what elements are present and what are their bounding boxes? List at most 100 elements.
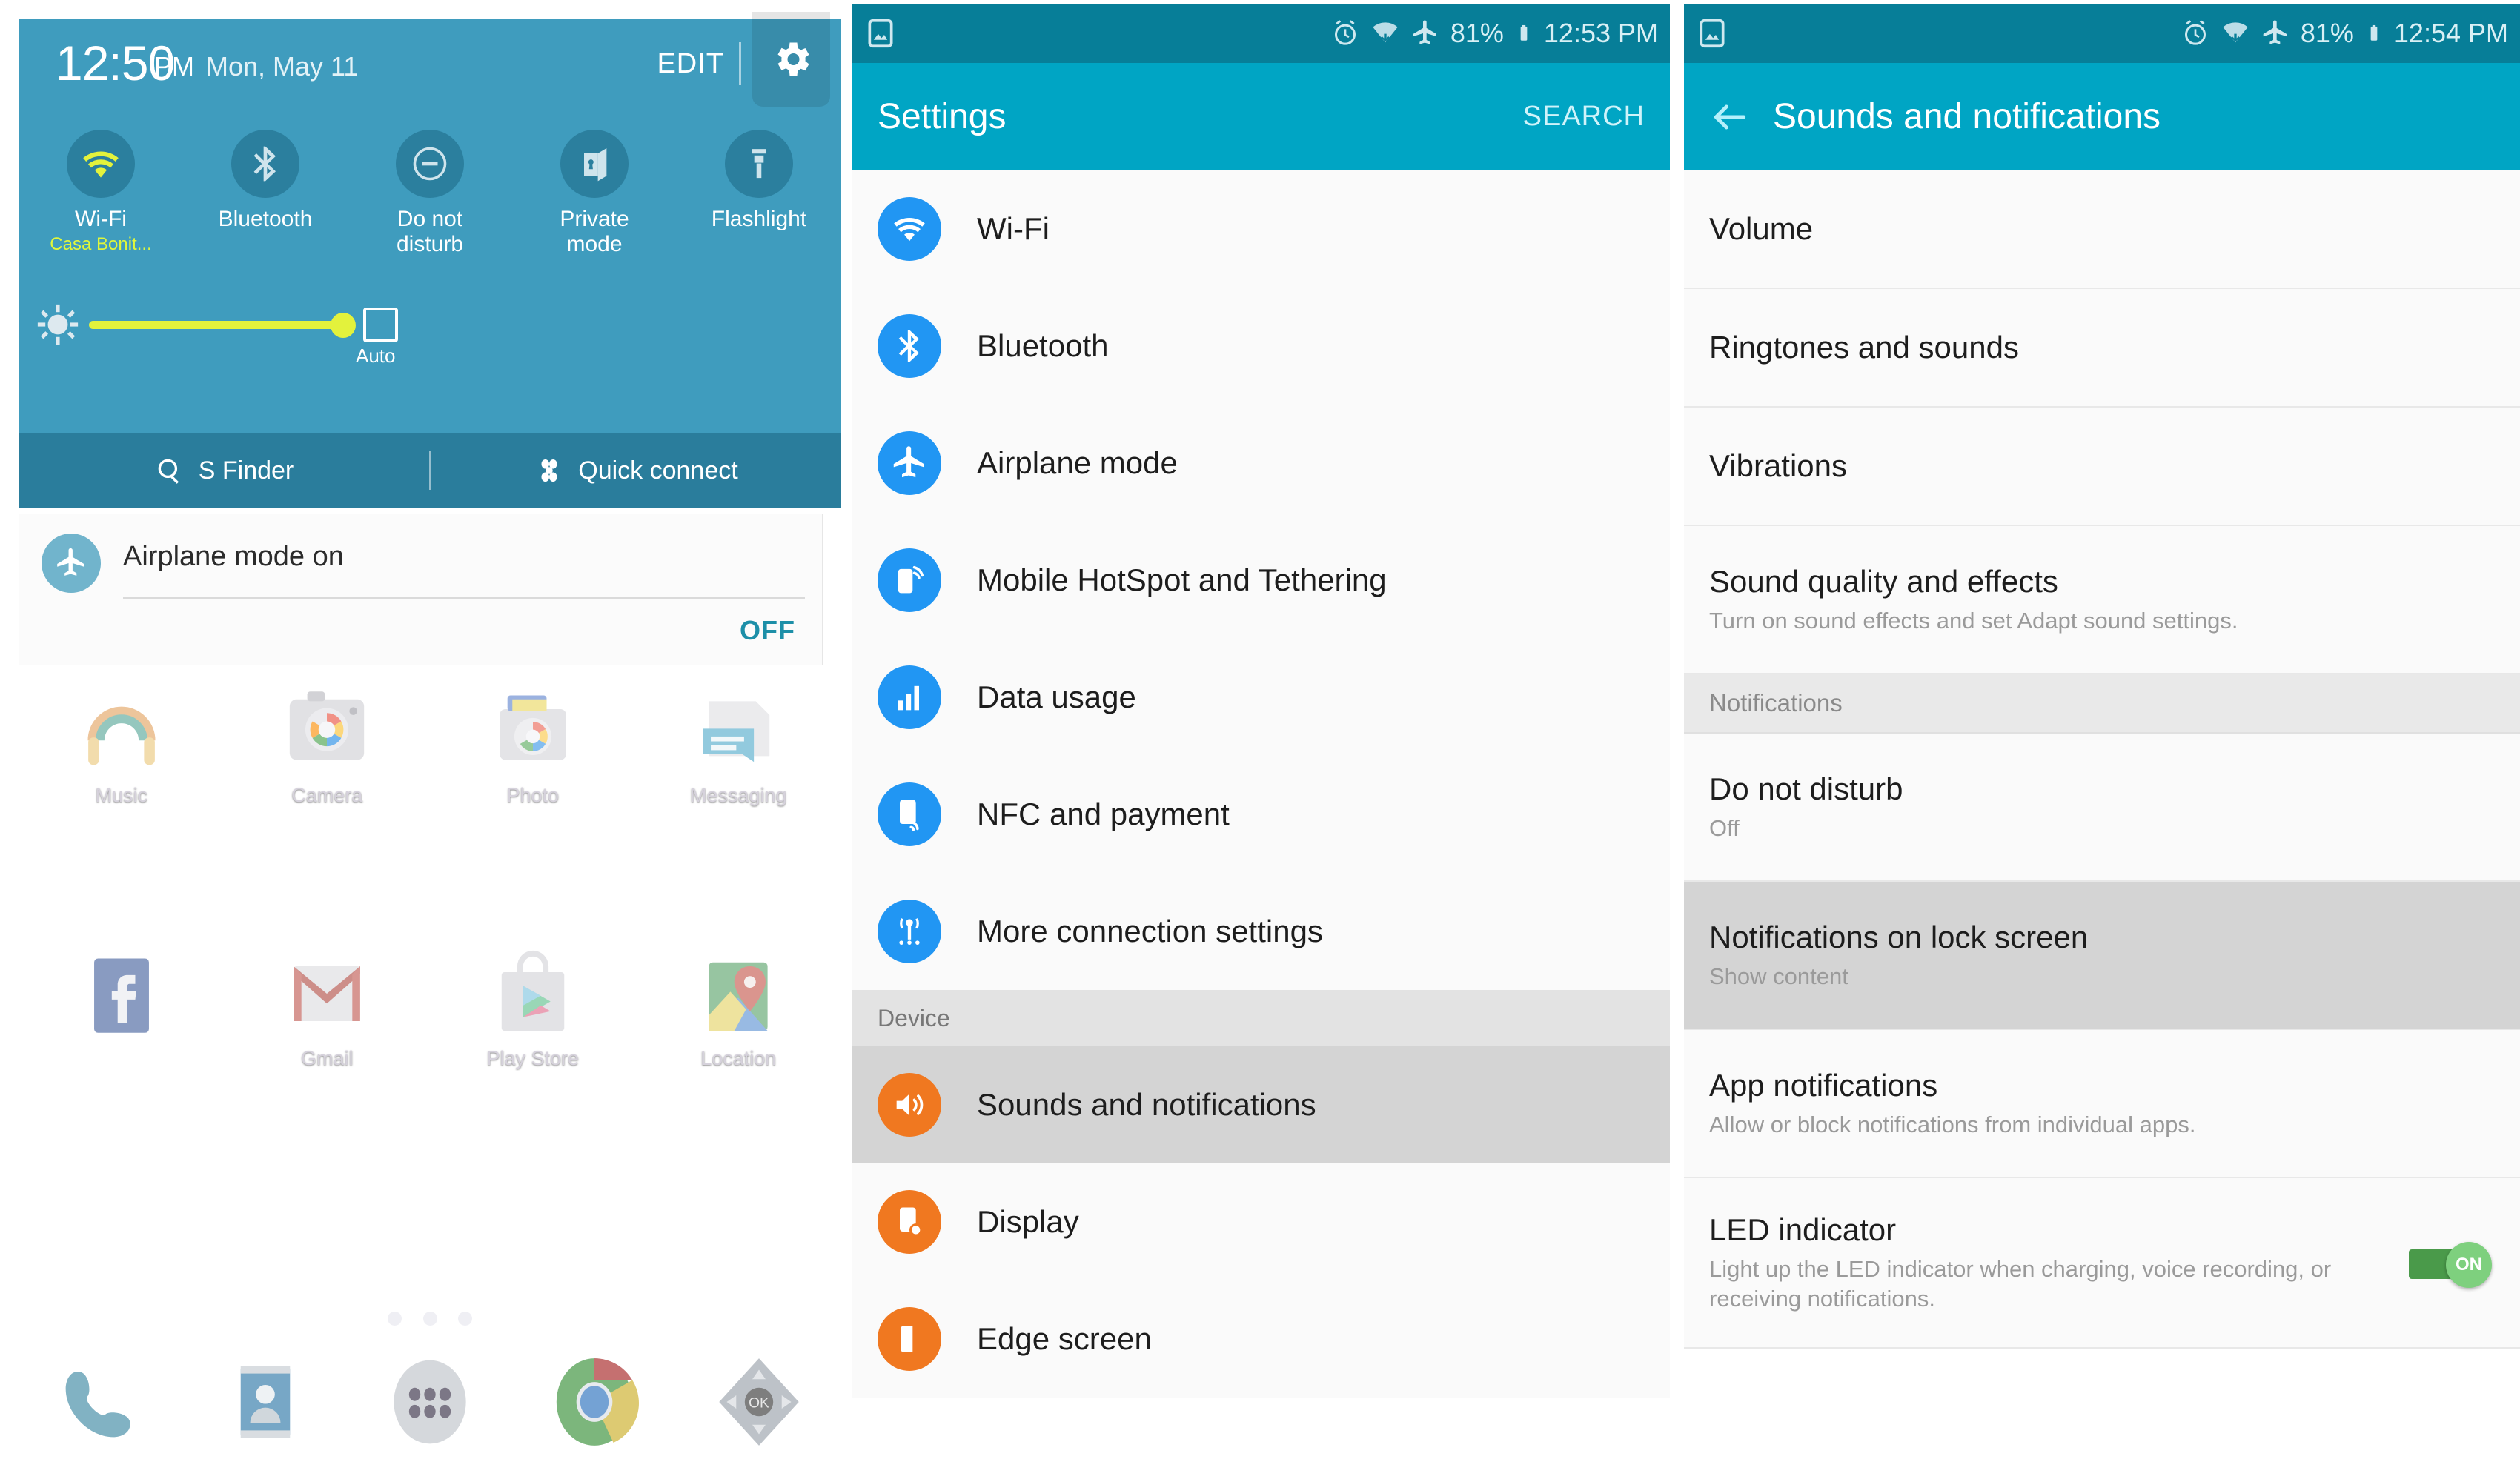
pref-app-notifications[interactable]: App notifications Allow or block notific…	[1684, 1030, 2520, 1178]
auto-brightness-checkbox[interactable]	[363, 308, 398, 342]
facebook-icon	[73, 945, 170, 1043]
pref-do-not-disturb[interactable]: Do not disturb Off	[1684, 734, 2520, 882]
app-label: Location	[700, 1047, 777, 1069]
battery-percent: 81%	[2300, 18, 2354, 48]
wifi-icon	[83, 151, 119, 178]
settings-item-hotspot[interactable]: Mobile HotSpot and Tethering	[852, 522, 1670, 639]
dock-contacts[interactable]	[183, 1343, 348, 1461]
settings-item-sounds-and-notifications[interactable]: Sounds and notifications	[852, 1046, 1670, 1163]
wifi-icon	[878, 197, 941, 261]
page-dot[interactable]	[457, 1312, 472, 1326]
quick-toggle-do-not-disturb[interactable]: Do not disturb	[348, 130, 512, 278]
settings-item-edge-screen[interactable]: Edge screen	[852, 1280, 1670, 1398]
back-arrow-icon[interactable]	[1709, 96, 1751, 138]
settings-item-label: Mobile HotSpot and Tethering	[977, 562, 1387, 597]
settings-item-wifi[interactable]: Wi-Fi	[852, 170, 1670, 288]
sounds-app-bar: Sounds and notifications	[1684, 63, 2520, 170]
settings-item-label: Display	[977, 1204, 1079, 1239]
screenshot-stage: 12:50 PM Mon, May 11 EDIT Wi-Fi Casa Bon…	[0, 0, 2520, 1482]
quick-toggle-flashlight[interactable]: Flashlight	[677, 130, 841, 278]
s-finder-button[interactable]: S Finder	[19, 455, 429, 486]
clock-date: Mon, May 11	[206, 51, 359, 82]
brightness-icon	[37, 304, 79, 345]
dock-chrome[interactable]	[512, 1343, 677, 1461]
sounds-settings-list: Volume Ringtones and sounds Vibrations S…	[1684, 170, 2520, 1349]
settings-item-data-usage[interactable]: Data usage	[852, 639, 1670, 756]
notification-title: Airplane mode on	[123, 541, 344, 572]
notification-card[interactable]: Airplane mode on OFF	[19, 514, 823, 665]
pref-led-indicator[interactable]: LED indicator Light up the LED indicator…	[1684, 1178, 2520, 1349]
dock-apps[interactable]	[348, 1343, 512, 1461]
page-dot[interactable]	[422, 1312, 437, 1326]
settings-item-label: NFC and payment	[977, 797, 1230, 831]
brightness-slider[interactable]	[89, 321, 352, 329]
svg-text:OK: OK	[749, 1396, 769, 1412]
search-button[interactable]: SEARCH	[1523, 101, 1645, 133]
page-title: Sounds and notifications	[1773, 97, 2161, 136]
airplane-icon	[57, 548, 84, 576]
notification-separator	[123, 597, 805, 599]
app-facebook[interactable]	[19, 945, 225, 1108]
brightness-slider-knob[interactable]	[331, 313, 356, 338]
display-icon	[878, 1190, 941, 1254]
image-icon	[868, 19, 893, 48]
dock-phone[interactable]	[19, 1343, 183, 1461]
settings-item-nfc[interactable]: NFC and payment	[852, 756, 1670, 873]
sounds-and-notifications-panel: 81% 12:54 PM Sounds and notifications Vo…	[1684, 0, 2520, 1482]
pref-sound-quality-and-effects[interactable]: Sound quality and effects Turn on sound …	[1684, 526, 2520, 674]
wifi-icon	[1373, 22, 1398, 43]
camera-icon	[278, 682, 376, 780]
pref-subtitle: Allow or block notifications from indivi…	[1709, 1112, 2196, 1137]
led-indicator-toggle[interactable]: ON	[2409, 1242, 2492, 1288]
settings-item-label: Edge screen	[977, 1321, 1152, 1356]
home-dock: OK	[19, 1343, 841, 1461]
photos-icon	[484, 682, 582, 780]
app-location[interactable]: Location	[636, 945, 842, 1108]
quick-toggle-label-line2: mode	[566, 232, 623, 256]
quick-toggle-label: Bluetooth	[218, 207, 313, 231]
notification-action-off[interactable]: OFF	[740, 615, 795, 646]
quick-connect-button[interactable]: Quick connect	[431, 455, 841, 486]
settings-gear-button[interactable]	[752, 12, 830, 107]
status-bar: 81% 12:53 PM	[852, 4, 1670, 63]
shade-clock-row: 12:50 PM Mon, May 11 EDIT	[19, 12, 841, 130]
settings-item-airplane-mode[interactable]: Airplane mode	[852, 405, 1670, 522]
app-label: Play Store	[486, 1047, 580, 1069]
app-music[interactable]: Music	[19, 682, 225, 845]
header-divider	[739, 42, 741, 85]
page-dot[interactable]	[388, 1312, 402, 1326]
app-messaging[interactable]: Messaging	[636, 682, 842, 845]
image-icon	[1700, 19, 1725, 48]
play-store-icon	[484, 945, 582, 1043]
quick-actions-bar: S Finder Quick connect	[19, 433, 841, 508]
quick-toggle-bluetooth[interactable]: Bluetooth	[183, 130, 348, 278]
more-connections-icon	[878, 900, 941, 963]
quick-toggle-wifi[interactable]: Wi-Fi Casa Bonit...	[19, 130, 183, 278]
settings-item-bluetooth[interactable]: Bluetooth	[852, 288, 1670, 405]
data-usage-icon	[878, 665, 941, 729]
flashlight-toggle-circle	[725, 130, 793, 198]
airplane-icon	[1413, 20, 1436, 44]
alarm-icon	[2184, 20, 2206, 45]
pref-vibrations[interactable]: Vibrations	[1684, 408, 2520, 526]
settings-app-bar: Settings SEARCH	[852, 63, 1670, 170]
edit-button[interactable]: EDIT	[657, 48, 724, 80]
dock-dpad[interactable]: OK	[677, 1343, 841, 1461]
app-gmail[interactable]: Gmail	[225, 945, 431, 1108]
pref-ringtones-and-sounds[interactable]: Ringtones and sounds	[1684, 289, 2520, 408]
app-play-store[interactable]: Play Store	[430, 945, 636, 1108]
pref-volume[interactable]: Volume	[1684, 170, 2520, 289]
settings-item-display[interactable]: Display	[852, 1163, 1670, 1280]
app-photo[interactable]: Photo	[430, 682, 636, 845]
nfc-icon	[878, 782, 941, 846]
clock-ampm: PM	[154, 51, 194, 82]
settings-item-more-connections[interactable]: More connection settings	[852, 873, 1670, 990]
private-mode-icon	[584, 148, 607, 182]
pref-title: App notifications	[1709, 1068, 1938, 1103]
settings-list: Wi-Fi Bluetooth Airplane mode Mobile Hot…	[852, 170, 1670, 1398]
app-camera[interactable]: Camera	[225, 682, 431, 845]
settings-item-label: Sounds and notifications	[977, 1087, 1316, 1122]
quick-toggle-private-mode[interactable]: Private mode	[512, 130, 677, 278]
do-not-disturb-icon	[413, 147, 447, 181]
pref-notifications-on-lock-screen[interactable]: Notifications on lock screen Show conten…	[1684, 882, 2520, 1030]
